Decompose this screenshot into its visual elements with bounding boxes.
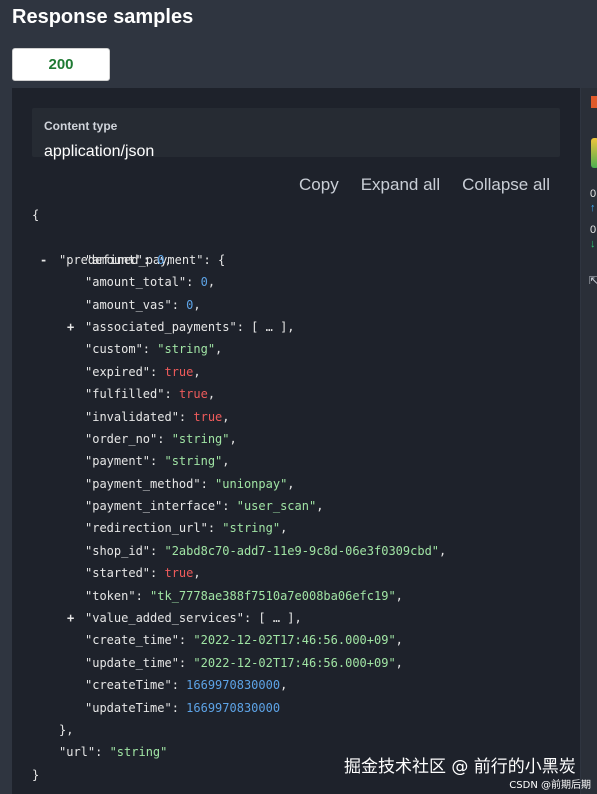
notification-icon[interactable] (591, 96, 597, 108)
json-key: "amount_total" (85, 275, 187, 290)
json-collapsed-array[interactable]: [ … ] (251, 320, 287, 334)
json-value: true (164, 566, 194, 581)
watermark: 掘金技术社区 @ 前行的小黑炭 (344, 757, 576, 777)
json-value: "string" (157, 342, 216, 357)
json-value: true (164, 364, 194, 379)
page-title: Response samples (12, 6, 194, 28)
json-open-brace: { (32, 208, 40, 222)
json-field-line: "token": "tk_7778ae388f7510a7e008ba06efc… (85, 588, 403, 603)
copy-button[interactable]: Copy (299, 175, 339, 195)
json-key: "shop_id" (85, 543, 151, 558)
json-key: "value_added_services" (85, 611, 244, 626)
score-icon (591, 138, 597, 168)
json-field-line: "shop_id": "2abd8c70-add7-11e9-9c8d-06e3… (85, 543, 447, 558)
json-key: "fulfilled" (85, 387, 165, 402)
json-key: "create_time" (85, 633, 179, 648)
json-key: "amount_vas" (85, 297, 172, 312)
down-arrow-icon: ↓ (590, 238, 596, 250)
json-field-line: "amount_total": 0, (85, 275, 216, 290)
json-value: "string" (109, 745, 168, 760)
json-key: "order_no" (85, 431, 158, 446)
content-type-value: application/json (44, 143, 155, 160)
json-value: "string" (164, 454, 223, 469)
json-field-line: "payment_interface": "user_scan", (85, 499, 324, 514)
json-key: "redirection_url" (85, 521, 208, 536)
json-field-line: "update_time": "2022-12-02T17:46:56.000+… (85, 655, 403, 670)
json-value: "2022-12-02T17:46:56.000+09" (193, 655, 396, 670)
json-field-line: "started": true, (85, 566, 201, 581)
json-value: 0 (200, 275, 208, 290)
json-key: "url" (59, 745, 96, 760)
json-collapsed-array[interactable]: [ … ] (258, 611, 294, 625)
json-fields: "amount": 0, "amount_total": 0, "amount_va… (32, 249, 572, 719)
json-key: "associated_payments" (85, 319, 237, 334)
json-field-line: "fulfilled": true, (85, 387, 216, 402)
collapse-all-button[interactable]: Collapse all (462, 175, 550, 195)
json-key: "createTime" (85, 678, 172, 693)
json-field-line: "amount": 0, (85, 252, 172, 267)
json-field-line: "invalidated": true, (85, 409, 230, 424)
json-field-line: "amount_vas": 0, (85, 297, 201, 312)
json-key: "token" (85, 588, 136, 603)
json-key: "payment_interface" (85, 499, 223, 514)
json-key: "update_time" (85, 655, 179, 670)
json-key: "updateTime" (85, 700, 172, 715)
json-field-line: "expired": true, (85, 364, 201, 379)
json-value: "unionpay" (215, 476, 288, 491)
json-field-line: "order_no": "string", (85, 431, 237, 446)
json-key: "expired" (85, 364, 151, 379)
json-predefined-close: }, (59, 722, 74, 737)
json-field-line: + "associated_payments": [ … ], (32, 316, 572, 338)
json-value: 1669970830000 (186, 700, 281, 715)
json-field-line: "payment_method": "unionpay", (85, 476, 295, 491)
json-field-line: "payment": "string", (85, 454, 230, 469)
json-value: "string" (171, 431, 230, 446)
json-field-line: "createTime": 1669970830000, (85, 678, 288, 693)
json-value: "2abd8c70-add7-11e9-9c8d-06e3f0309cbd" (164, 543, 440, 558)
json-value: "2022-12-02T17:46:56.000+09" (193, 633, 396, 648)
count-2: 0 (590, 224, 597, 236)
json-field-line: "custom": "string", (85, 342, 223, 357)
response-panel: Content type application/json Copy Expan… (12, 88, 580, 794)
json-key: "amount" (85, 252, 143, 267)
tab-200[interactable]: 200 (12, 48, 110, 81)
right-sidebar: 0 ↑ 0 ↓ ⇱ (581, 88, 597, 794)
json-value: true (178, 387, 208, 402)
json-value: "tk_7778ae388f7510a7e008ba06efc19" (150, 588, 396, 603)
content-type-label: Content type (44, 119, 118, 133)
json-sample: { - "predefined_payment": { "amount": 0, "… (32, 204, 572, 786)
json-value: 1669970830000 (186, 678, 281, 693)
json-value: true (193, 409, 223, 424)
json-key: "payment_method" (85, 476, 201, 491)
json-field-line: "updateTime": 1669970830000 (85, 700, 281, 715)
share-icon[interactable]: ⇱ (589, 274, 597, 287)
up-arrow-icon: ↑ (590, 202, 596, 214)
content-type-dropdown[interactable]: Content type application/json (32, 108, 560, 160)
json-predefined-line: - "predefined_payment": { (32, 226, 572, 267)
expand-all-button[interactable]: Expand all (361, 175, 440, 195)
expand-toggle[interactable]: + (67, 607, 74, 629)
count-1: 0 (590, 188, 597, 200)
csdn-watermark: CSDN @前期后期 (509, 780, 591, 791)
code-actions: Copy Expand all Collapse all (299, 175, 550, 195)
json-key: "started" (85, 566, 151, 581)
json-key: "custom" (85, 342, 143, 357)
json-field-line: "create_time": "2022-12-02T17:46:56.000+… (85, 633, 403, 648)
expand-toggle[interactable]: + (67, 316, 74, 338)
json-field-line: + "value_added_services": [ … ], (32, 607, 572, 629)
json-key: "invalidated" (85, 409, 179, 424)
json-key: "payment" (85, 454, 151, 469)
json-field-line: "redirection_url": "string", (85, 521, 288, 536)
json-value: "string" (222, 521, 281, 536)
json-value: "user_scan" (236, 499, 317, 514)
